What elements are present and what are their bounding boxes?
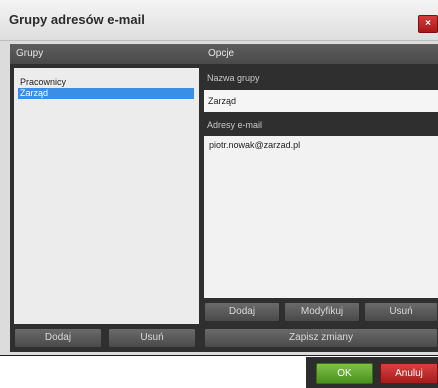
email-modify-button[interactable]: Modyfikuj	[284, 302, 360, 322]
dialog-footer: OK Anuluj	[306, 357, 438, 388]
ok-button[interactable]: OK	[316, 363, 373, 384]
emails-label: Adresy e-mail	[207, 120, 263, 130]
groups-list[interactable]: Pracownicy Zarząd	[14, 68, 199, 324]
options-panel: Opcje Nazwa grupy Zarząd Adresy e-mail p…	[202, 44, 438, 352]
email-add-button[interactable]: Dodaj	[204, 302, 280, 322]
cancel-button[interactable]: Anuluj	[380, 363, 438, 384]
email-remove-button[interactable]: Usuń	[364, 302, 438, 322]
groups-remove-button[interactable]: Usuń	[108, 328, 196, 348]
close-button[interactable]: ×	[418, 15, 438, 33]
options-panel-header: Opcje	[202, 44, 438, 64]
save-changes-button[interactable]: Zapisz zmiany	[204, 328, 438, 348]
emails-textarea[interactable]: piotr.nowak@zarzad.pl	[204, 136, 438, 298]
dialog-title: Grupy adresów e-mail	[9, 12, 145, 27]
list-item-zarzad[interactable]: Zarząd	[18, 88, 194, 99]
groups-panel: Grupy Pracownicy Zarząd Dodaj Usuń	[10, 44, 202, 352]
groups-panel-header: Grupy	[10, 44, 202, 64]
dialog-titlebar: Grupy adresów e-mail ×	[0, 0, 438, 41]
group-name-field[interactable]: Zarząd	[204, 90, 438, 112]
list-item-pracownicy[interactable]: Pracownicy	[18, 77, 194, 88]
groups-add-button[interactable]: Dodaj	[14, 328, 102, 348]
group-name-label: Nazwa grupy	[207, 73, 260, 83]
close-icon: ×	[425, 18, 431, 29]
email-groups-dialog: Grupy adresów e-mail × Grupy Pracownicy …	[0, 0, 438, 356]
